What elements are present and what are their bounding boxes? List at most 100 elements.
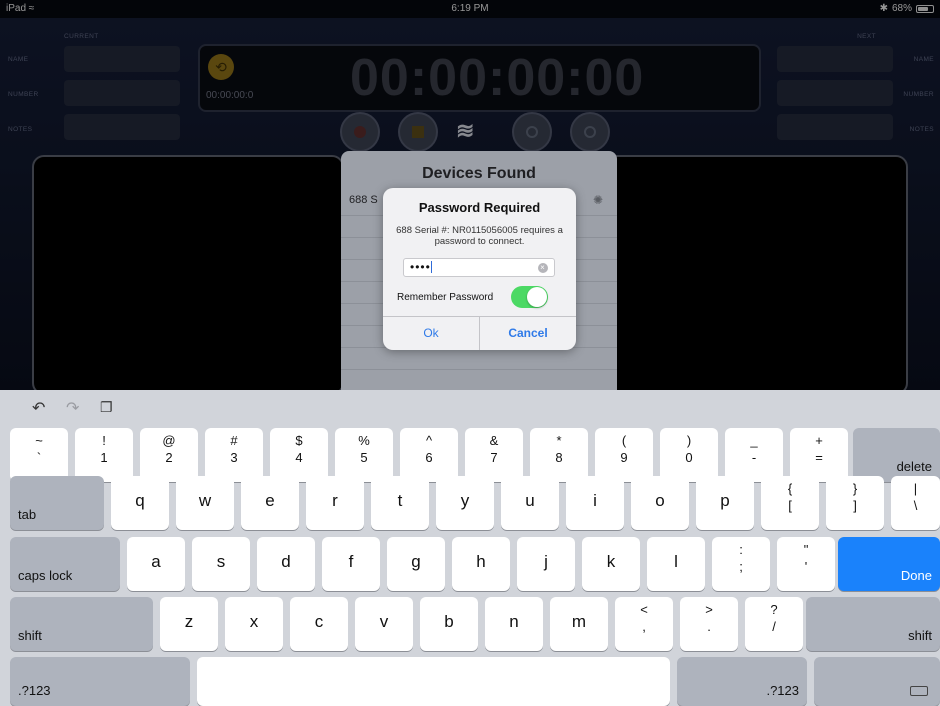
key-upper-label: ! — [102, 433, 106, 448]
key-bracket-left[interactable]: {[ — [761, 476, 819, 530]
key-n[interactable]: n — [485, 597, 543, 651]
key-upper-label: _ — [750, 433, 758, 448]
key-b[interactable]: b — [420, 597, 478, 651]
key-r[interactable]: r — [306, 476, 364, 530]
key-semicolon[interactable]: :; — [712, 537, 770, 591]
key-slash[interactable]: ? / — [745, 597, 803, 651]
timecode-text: 00:00:00:00 — [350, 49, 645, 107]
remember-password-toggle[interactable] — [511, 286, 548, 308]
key-upper-label: # — [230, 433, 238, 448]
key-label: b — [444, 612, 454, 631]
key-7[interactable]: & 7 — [465, 428, 523, 482]
key-8[interactable]: * 8 — [530, 428, 588, 482]
hide-keyboard-key[interactable] — [814, 657, 940, 706]
key-z[interactable]: z — [160, 597, 218, 651]
key-v[interactable]: v — [355, 597, 413, 651]
cancel-button[interactable]: Cancel — [479, 317, 576, 350]
key-backslash[interactable]: | \ — [891, 476, 940, 530]
key-h[interactable]: h — [452, 537, 510, 591]
key-lower-label: 7 — [490, 450, 498, 465]
key-x[interactable]: x — [225, 597, 283, 651]
key-label: m — [571, 612, 587, 631]
current-notes-field[interactable] — [64, 114, 180, 140]
stop-button[interactable] — [398, 112, 438, 152]
toggle-knob — [527, 287, 547, 307]
key-s[interactable]: s — [192, 537, 250, 591]
undo-icon[interactable]: ↶ — [32, 398, 45, 418]
redo-icon[interactable]: ↷ — [66, 398, 79, 418]
shift-left-key[interactable]: shift — [10, 597, 153, 651]
paste-icon[interactable]: ❐ — [100, 399, 113, 416]
key-a[interactable]: a — [127, 537, 185, 591]
alert-message: 688 Serial #: NR0115056005 requires a pa… — [396, 225, 563, 247]
next-name-field[interactable] — [777, 46, 893, 72]
current-name-field[interactable] — [64, 46, 180, 72]
ok-button[interactable]: Ok — [383, 317, 479, 350]
key-u[interactable]: u — [501, 476, 559, 530]
key-comma[interactable]: <, — [615, 597, 673, 651]
key-quote[interactable]: " ' — [777, 537, 835, 591]
key-label: p — [720, 491, 730, 510]
key-q[interactable]: q — [111, 476, 169, 530]
key-lower-label: 2 — [165, 450, 173, 465]
key-upper-label: > — [705, 602, 713, 617]
key-f[interactable]: f — [322, 537, 380, 591]
key-w[interactable]: w — [176, 476, 234, 530]
key-upper-label: : — [739, 542, 743, 557]
key-t[interactable]: t — [371, 476, 429, 530]
key-5[interactable]: % 5 — [335, 428, 393, 482]
key-minus[interactable]: _ - — [725, 428, 783, 482]
password-value: •••• — [410, 260, 431, 274]
devices-title: Devices Found — [422, 165, 536, 182]
key-y[interactable]: y — [436, 476, 494, 530]
key-upper-label: ~ — [35, 433, 43, 448]
caps-lock-key[interactable]: caps lock — [10, 537, 120, 591]
numbers-right-key[interactable]: .?123 — [677, 657, 807, 706]
shift-right-key[interactable]: shift — [806, 597, 940, 651]
key-d[interactable]: d — [257, 537, 315, 591]
key-9[interactable]: (9 — [595, 428, 653, 482]
next-number-field[interactable] — [777, 80, 893, 106]
key-6[interactable]: ^ 6 — [400, 428, 458, 482]
password-input[interactable]: •••• × — [403, 258, 555, 277]
settings-button[interactable] — [512, 112, 552, 152]
key-c[interactable]: c — [290, 597, 348, 651]
key-equals[interactable]: + = — [790, 428, 848, 482]
right-number-label: NUMBER — [903, 91, 934, 98]
current-number-field[interactable] — [64, 80, 180, 106]
key-k[interactable]: k — [582, 537, 640, 591]
key-period[interactable]: >. — [680, 597, 738, 651]
power-icon — [584, 126, 596, 138]
numbers-left-key[interactable]: .?123 — [10, 657, 190, 706]
delete-key[interactable]: delete — [853, 428, 940, 482]
key-m[interactable]: m — [550, 597, 608, 651]
key-e[interactable]: e — [241, 476, 299, 530]
key-0[interactable]: ) 0 — [660, 428, 718, 482]
current-preview — [32, 155, 344, 395]
key-i[interactable]: i — [566, 476, 624, 530]
tab-key[interactable]: tab — [10, 476, 104, 530]
key-1[interactable]: ! 1 — [75, 428, 133, 482]
done-key[interactable]: Done — [838, 537, 940, 591]
record-button[interactable] — [340, 112, 380, 152]
key-tilde[interactable]: ~ ` — [10, 428, 68, 482]
power-button[interactable] — [570, 112, 610, 152]
key-upper-label: % — [358, 433, 370, 448]
key-4[interactable]: $4 — [270, 428, 328, 482]
next-notes-field[interactable] — [777, 114, 893, 140]
clear-icon[interactable]: × — [538, 263, 548, 273]
space-key[interactable] — [197, 657, 670, 706]
key-lower-label: ] — [853, 498, 857, 513]
key-l[interactable]: l — [647, 537, 705, 591]
key-o[interactable]: o — [631, 476, 689, 530]
key-bracket-right[interactable]: }] — [826, 476, 884, 530]
key-p[interactable]: p — [696, 476, 754, 530]
key-2[interactable]: @2 — [140, 428, 198, 482]
keyboard-shortcut-bar: ↶ ↷ ❐ — [0, 390, 940, 426]
key-g[interactable]: g — [387, 537, 445, 591]
key-3[interactable]: #3 — [205, 428, 263, 482]
key-j[interactable]: j — [517, 537, 575, 591]
device-item[interactable]: 688 S — [349, 194, 378, 206]
key-upper-label: " — [803, 542, 809, 557]
timecode-display: ⟲ 00:00:00:00 00:00:00:0 — [198, 44, 761, 112]
